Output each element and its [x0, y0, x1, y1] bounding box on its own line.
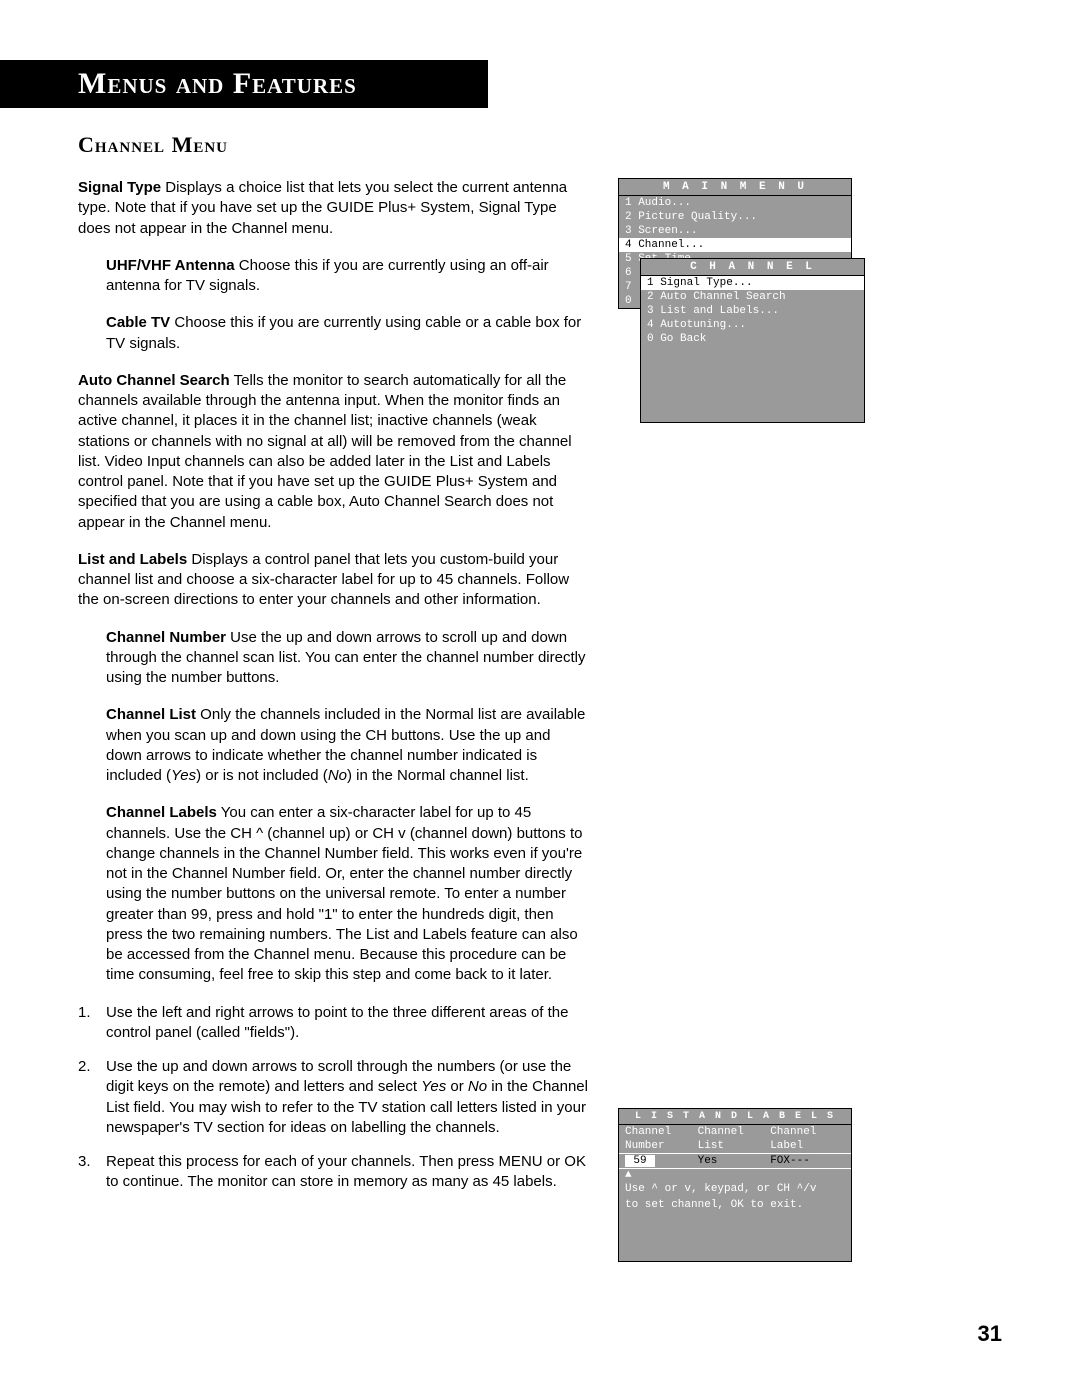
banner: Menus and Features — [0, 60, 488, 108]
osd-channel-item-selected: 1 Signal Type... — [641, 276, 864, 290]
osd-ll-title: L I S T A N D L A B E L S — [619, 1109, 851, 1125]
para-signal-type: Signal Type Displays a choice list that … — [78, 178, 588, 239]
osd-ll-values: 59 Yes FOX--- — [619, 1153, 851, 1169]
para-cn: Channel Number Use the up and down arrow… — [106, 628, 588, 689]
step-1: 1. Use the left and right arrows to poin… — [78, 1003, 588, 1044]
section-title: Channel Menu — [78, 132, 228, 158]
osd-main-item-selected: 4 Channel... — [619, 238, 851, 252]
osd-channel-item: 2 Auto Channel Search — [641, 290, 864, 304]
step-2: 2. Use the up and down arrows to scroll … — [78, 1057, 588, 1138]
osd-channel-title: C H A N N E L — [641, 259, 864, 276]
up-arrow-icon: ▲ — [619, 1169, 851, 1181]
osd-ll-header: Channel Channel Channel — [619, 1125, 851, 1139]
page-number: 31 — [978, 1321, 1002, 1347]
para-uhf: UHF/VHF Antenna Choose this if you are c… — [106, 256, 588, 297]
osd-main-item: 1 Audio... — [619, 196, 851, 210]
para-cl: Channel List Only the channels included … — [106, 705, 588, 786]
para-clab: Channel Labels You can enter a six-chara… — [106, 803, 588, 985]
osd-main-item: 2 Picture Quality... — [619, 210, 851, 224]
para-acs: Auto Channel Search Tells the monitor to… — [78, 371, 588, 533]
osd-channel-item: 3 List and Labels... — [641, 304, 864, 318]
osd-channel-menu: C H A N N E L 1 Signal Type... 2 Auto Ch… — [640, 258, 865, 423]
para-cable: Cable TV Choose this if you are currentl… — [106, 313, 588, 354]
osd-ll-help2: to set channel, OK to exit. — [619, 1197, 851, 1213]
ordered-steps: 1. Use the left and right arrows to poin… — [78, 1003, 588, 1193]
para-ll: List and Labels Displays a control panel… — [78, 550, 588, 611]
osd-ll-subheader: Number List Label — [619, 1139, 851, 1153]
osd-list-labels: L I S T A N D L A B E L S Channel Channe… — [618, 1108, 852, 1262]
banner-title: Menus and Features — [78, 67, 357, 101]
osd-channel-item: 0 Go Back — [641, 332, 864, 346]
osd-main-item: 3 Screen... — [619, 224, 851, 238]
osd-channel-item: 4 Autotuning... — [641, 318, 864, 332]
step-3: 3. Repeat this process for each of your … — [78, 1152, 588, 1193]
osd-main-title: M A I N M E N U — [619, 179, 851, 196]
osd-ll-help1: Use ^ or v, keypad, or CH ^/v — [619, 1181, 851, 1197]
body-column: Signal Type Displays a choice list that … — [78, 178, 588, 1207]
